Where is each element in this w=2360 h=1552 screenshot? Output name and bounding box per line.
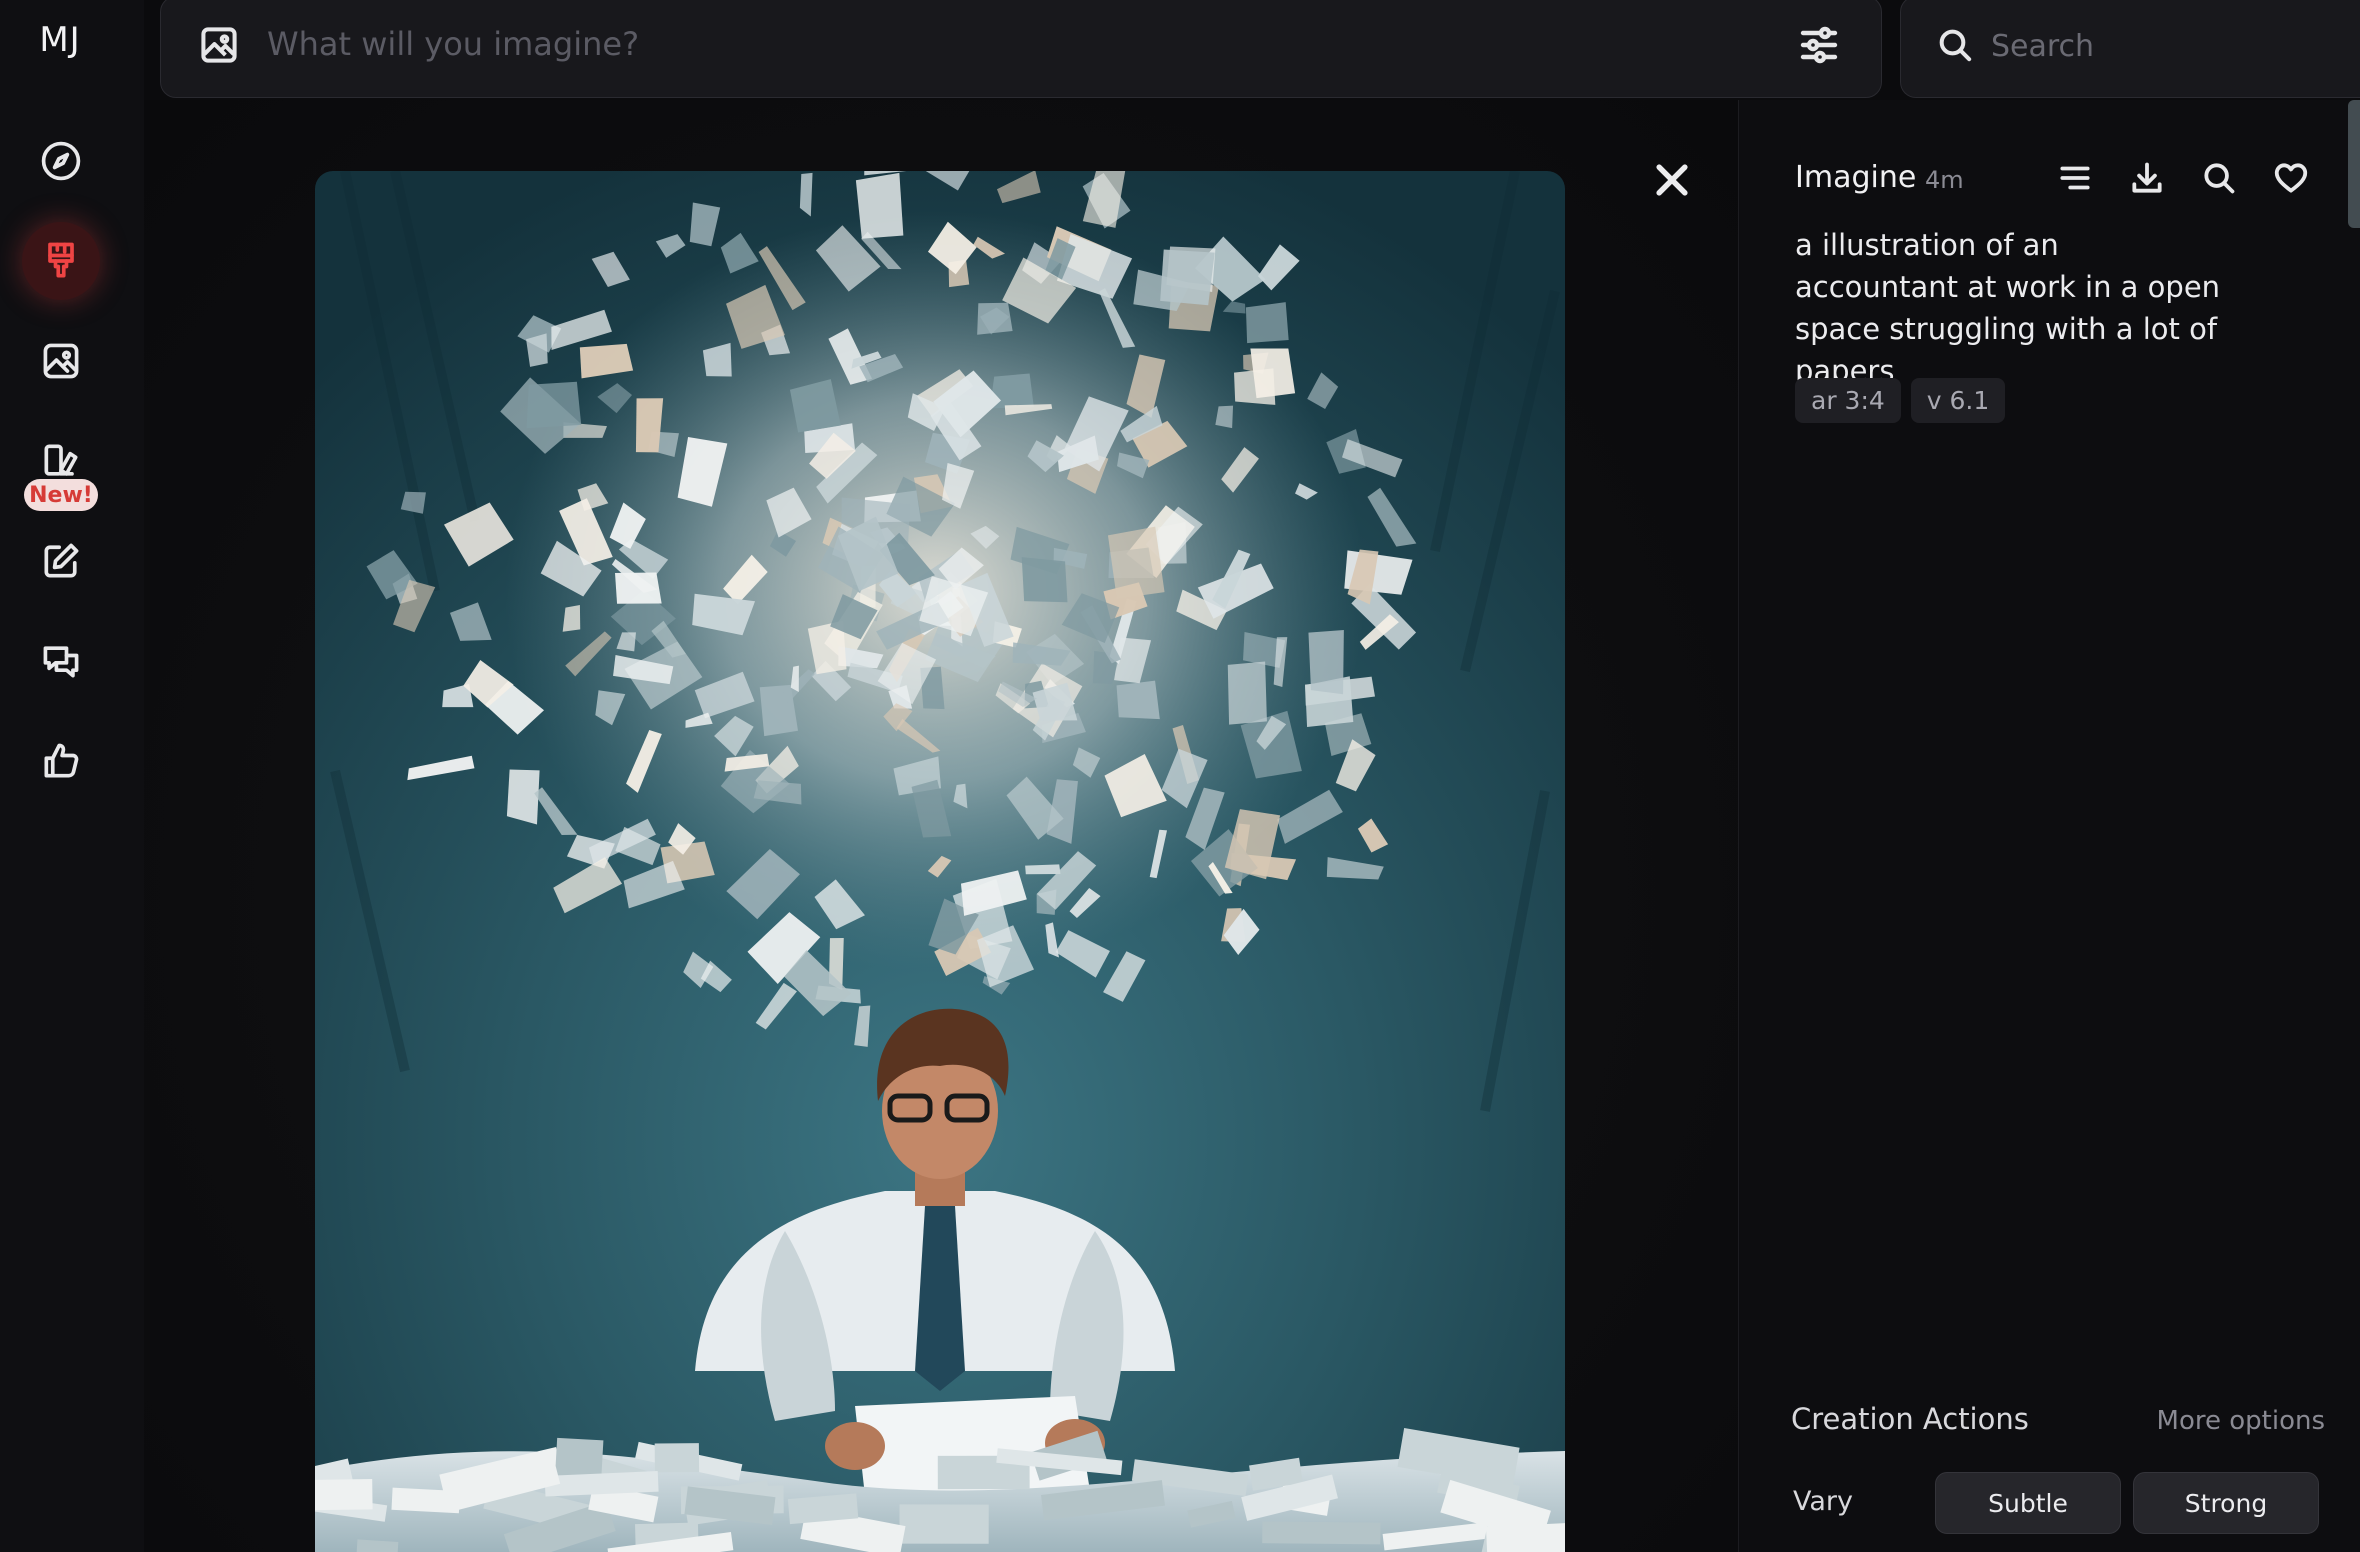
sliders-icon[interactable]: [1795, 21, 1843, 69]
vary-label: Vary: [1793, 1486, 1853, 1517]
job-type-label: Imagine: [1795, 160, 1917, 195]
paper-shard: [526, 381, 582, 429]
search-icon: [1935, 25, 1975, 65]
desk-paper: [654, 1443, 700, 1473]
nav-rank[interactable]: [22, 722, 100, 800]
panel-toolbar: [2051, 154, 2315, 202]
sidebar: MJ New!: [0, 0, 144, 1552]
nav-create[interactable]: [22, 222, 100, 300]
image-upload-icon[interactable]: [197, 23, 241, 67]
search-icon[interactable]: [2195, 154, 2243, 202]
prompt-input[interactable]: [265, 13, 1769, 75]
prompt-bar: [160, 0, 1882, 98]
nav-chat[interactable]: [22, 622, 100, 700]
search-input[interactable]: [1989, 17, 2333, 75]
paper-shard: [1160, 249, 1215, 306]
pencil-square-icon: [44, 543, 79, 578]
image-icon: [43, 343, 79, 379]
thumbs-up-icon: [44, 743, 79, 778]
nav-edit[interactable]: [22, 522, 100, 600]
param-tag[interactable]: ar 3:4: [1795, 378, 1901, 423]
scroll-thumb[interactable]: [2348, 100, 2360, 228]
details-panel: Imagine 4m a illustration of an accounta…: [1738, 100, 2360, 1552]
paper-shard: [1250, 348, 1296, 399]
generated-image[interactable]: [315, 171, 1565, 1552]
compass-icon: [41, 141, 81, 181]
new-badge: New!: [24, 479, 98, 511]
heart-icon[interactable]: [2267, 154, 2315, 202]
close-viewer-button[interactable]: [1650, 158, 1694, 202]
nav-organize[interactable]: [22, 322, 100, 400]
search-bar: [1900, 0, 2360, 98]
more-options-link[interactable]: More options: [2157, 1406, 2325, 1436]
param-tags: ar 3:4 v 6.1: [1795, 378, 2006, 423]
vary-subtle-button[interactable]: Subtle: [1935, 1472, 2121, 1534]
job-age: 4m: [1925, 166, 1964, 194]
nav-explore[interactable]: [22, 122, 100, 200]
desk-paper: [1262, 1521, 1381, 1545]
close-icon: [1656, 164, 1688, 196]
paper-shard: [1245, 302, 1289, 344]
param-tag[interactable]: v 6.1: [1910, 378, 2006, 423]
vary-strong-button[interactable]: Strong: [2133, 1472, 2319, 1534]
app-logo[interactable]: MJ: [0, 20, 120, 60]
paper-shard: [1021, 557, 1068, 603]
pen-tablet-icon: [44, 444, 78, 476]
list-icon[interactable]: [2051, 154, 2099, 202]
desk-paper: [315, 1479, 373, 1511]
paintbrush-icon: [48, 242, 74, 278]
paper-shard: [506, 769, 540, 825]
prompt-text: a illustration of an accountant at work …: [1795, 228, 2221, 388]
desk-paper: [899, 1504, 989, 1544]
paper-shard: [1308, 630, 1344, 695]
desk-paper: [555, 1437, 604, 1478]
creation-actions-heading: Creation Actions: [1791, 1402, 2029, 1436]
download-icon[interactable]: [2123, 154, 2171, 202]
chat-bubbles-icon: [43, 646, 79, 678]
paper-shard: [1227, 661, 1267, 725]
